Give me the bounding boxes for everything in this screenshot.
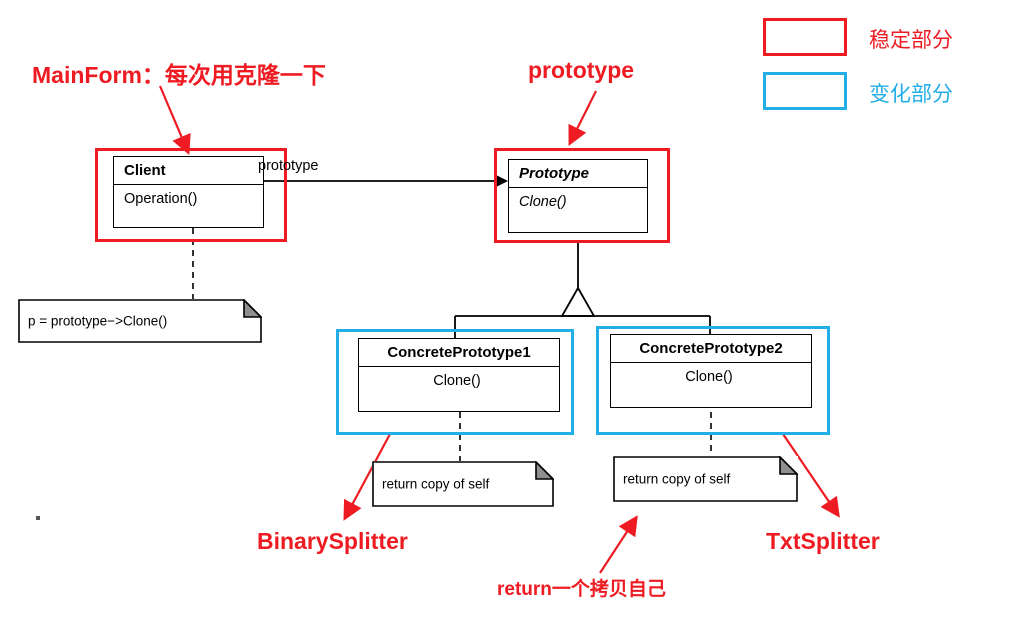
association-label-prototype: prototype <box>258 158 319 174</box>
annotation-prototype: prototype <box>528 57 635 83</box>
legend-swatch-stable <box>763 18 847 56</box>
note-client-operation: p = prototype−>Clone() <box>18 299 262 343</box>
legend-label-stable: 稳定部分 <box>869 29 953 52</box>
diagram-canvas: Client Operation() prototype Prototype C… <box>0 0 1023 622</box>
association-client-prototype <box>264 174 508 188</box>
highlight-concreteprototype2 <box>596 326 830 435</box>
note-concreteprototype1: return copy of self <box>372 461 554 507</box>
highlight-concreteprototype1 <box>336 329 574 435</box>
generalization-prototype <box>454 243 711 338</box>
annotation-mainform: MainForm：每次用克隆一下 <box>32 62 326 88</box>
stray-mark <box>36 516 40 520</box>
arrow-mainform <box>158 85 191 156</box>
note-concreteprototype1-text: return copy of self <box>382 476 490 492</box>
annotation-txtsplitter: TxtSplitter <box>766 528 880 554</box>
highlight-prototype <box>494 148 670 243</box>
legend-swatch-changing <box>763 72 847 110</box>
legend-label-changing: 变化部分 <box>869 83 953 106</box>
arrow-return <box>599 515 638 574</box>
annotation-binarysplitter: BinarySplitter <box>257 528 408 554</box>
note-client-text: p = prototype−>Clone() <box>28 313 168 329</box>
annotation-return: return一个拷贝自己 <box>497 579 666 600</box>
note-concreteprototype2-text: return copy of self <box>623 471 731 487</box>
note-concreteprototype2: return copy of self <box>613 456 798 502</box>
arrow-prototype <box>568 90 597 146</box>
